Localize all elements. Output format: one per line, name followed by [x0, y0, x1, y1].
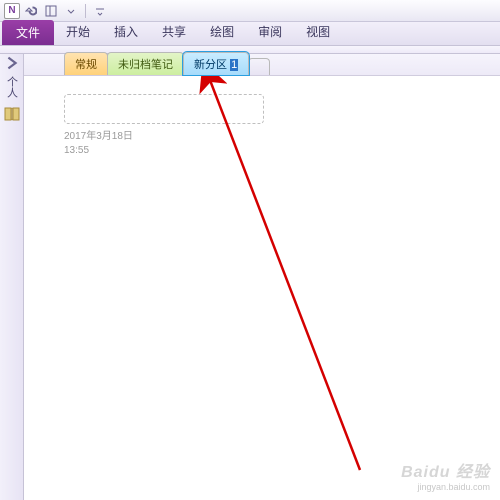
- divider: [85, 4, 86, 18]
- page-meta: 2017年3月18日 13:55: [64, 130, 488, 158]
- undo-button[interactable]: [22, 2, 40, 20]
- toggle-panel-button[interactable]: [42, 2, 60, 20]
- section-tab-unfiled[interactable]: 未归档笔记: [107, 52, 184, 75]
- section-tab-new-editable[interactable]: 1: [230, 59, 238, 71]
- notebook-nav-rail: 个人: [0, 54, 24, 500]
- page-date: 2017年3月18日: [64, 130, 488, 144]
- ribbon-tab-insert[interactable]: 插入: [102, 19, 150, 45]
- expand-nav-button[interactable]: [3, 56, 21, 70]
- app-icon: N: [4, 3, 20, 19]
- ribbon-tab-share[interactable]: 共享: [150, 19, 198, 45]
- file-tab[interactable]: 文件: [2, 20, 54, 45]
- ribbon-tab-view[interactable]: 视图: [294, 19, 342, 45]
- ribbon-tab-review[interactable]: 审阅: [246, 19, 294, 45]
- notebook-label[interactable]: 个人: [4, 76, 20, 98]
- content-area: 常规 未归档笔记 新分区 1 2017年3月18日 13:55: [24, 54, 500, 500]
- watermark: Baidu 经验 jingyan.baidu.com: [401, 458, 490, 492]
- ribbon-tabs: 文件 开始 插入 共享 绘图 审阅 视图: [0, 22, 500, 46]
- page-canvas[interactable]: 2017年3月18日 13:55: [24, 76, 500, 500]
- page-title-input[interactable]: [64, 94, 264, 124]
- qat-dropdown-button[interactable]: [62, 2, 80, 20]
- ribbon-tab-draw[interactable]: 绘图: [198, 19, 246, 45]
- add-section-button[interactable]: [248, 58, 270, 75]
- section-tab-general[interactable]: 常规: [64, 52, 108, 75]
- ribbon-tab-home[interactable]: 开始: [54, 19, 102, 45]
- watermark-line2: jingyan.baidu.com: [401, 482, 490, 492]
- section-tabs: 常规 未归档笔记 新分区 1: [24, 54, 500, 76]
- notebook-icon[interactable]: [3, 106, 21, 122]
- watermark-line1: Baidu 经验: [401, 458, 490, 482]
- workspace: 个人 常规 未归档笔记 新分区 1 2017年3月18日 13:55: [0, 54, 500, 500]
- page-time: 13:55: [64, 144, 488, 158]
- qat-more-button[interactable]: [91, 2, 109, 20]
- section-tab-new[interactable]: 新分区 1: [183, 52, 249, 75]
- section-tab-new-prefix: 新分区: [194, 59, 230, 71]
